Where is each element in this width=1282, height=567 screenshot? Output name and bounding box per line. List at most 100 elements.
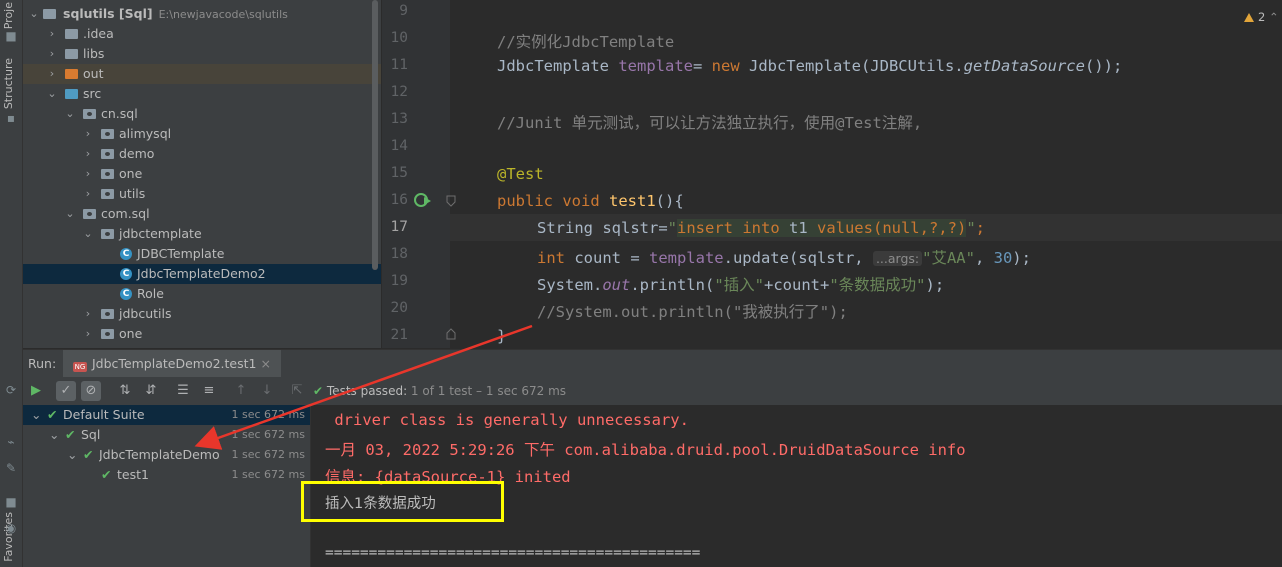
test-node-time: 1 sec 672 ms [231, 448, 305, 461]
run-test-gutter-icon[interactable] [414, 192, 432, 208]
chevron-right-icon[interactable]: › [83, 124, 93, 144]
tree-item-label: one [119, 326, 143, 341]
code-line-19: System.out.println("插入"+count+"条数据成功"); [537, 276, 945, 294]
tree-item-libs[interactable]: › libs [23, 44, 381, 64]
tree-item-alimysql[interactable]: › alimysql [23, 124, 381, 144]
check-icon: ✔ [83, 447, 94, 462]
line-number: 11 [390, 57, 408, 73]
tree-item-label: JdbcTemplateDemo2 [137, 266, 266, 281]
chevron-right-icon[interactable]: › [47, 64, 57, 84]
wrench-icon[interactable]: ✎ [5, 462, 17, 474]
line-number: 12 [390, 84, 408, 100]
chevron-down-icon[interactable]: ⌄ [31, 405, 41, 425]
line-number: 14 [390, 138, 408, 154]
stop-icon[interactable]: ■ [5, 496, 17, 508]
tree-item-label: Role [137, 286, 164, 301]
line-number: 19 [390, 273, 408, 289]
options-icon[interactable]: ⇱ [287, 381, 307, 401]
tree-item-label: jdbcutils [119, 306, 172, 321]
tree-item-src[interactable]: ⌄ src [23, 84, 381, 104]
camera-icon[interactable]: ◉ [5, 522, 17, 534]
fold-end-icon[interactable] [446, 328, 456, 340]
tree-item-jdbctemplate-class[interactable]: C JDBCTemplate [23, 244, 381, 264]
chevron-right-icon[interactable]: › [83, 184, 93, 204]
code-line-13: //Junit 单元测试，可以让方法独立执行，使用@Test注解, [497, 114, 923, 132]
chevron-down-icon[interactable]: ⌄ [49, 425, 59, 445]
collapse-all-icon[interactable]: ≡ [199, 381, 219, 401]
tree-item-one[interactable]: › one [23, 164, 381, 184]
code-line-20: //System.out.println("我被执行了"); [537, 303, 848, 321]
check-icon: ✔ [313, 384, 324, 398]
chevron-right-icon[interactable]: › [83, 304, 93, 324]
structure-tool-tab[interactable]: Structure [2, 58, 20, 109]
tree-item-label: .idea [83, 26, 114, 41]
code-line-15: @Test [497, 165, 544, 183]
chevron-down-icon[interactable]: ⌄ [47, 84, 57, 104]
tree-item-jdbcutils[interactable]: › jdbcutils [23, 304, 381, 324]
chevron-right-icon[interactable]: › [83, 164, 93, 184]
test-node-class[interactable]: ⌄ ✔ JdbcTemplateDemo 1 sec 672 ms [23, 445, 310, 465]
next-failed-icon[interactable]: ↓ [257, 381, 277, 401]
console-line: 一月 03, 2022 5:29:26 下午 com.alibaba.druid… [325, 441, 966, 459]
previous-failed-icon[interactable]: ↑ [231, 381, 251, 401]
sort-duration-icon[interactable]: ⇵ [141, 381, 161, 401]
tree-item-cn-sql[interactable]: ⌄ cn.sql [23, 104, 381, 124]
structure-tab-icon: ▪ [6, 111, 16, 125]
rerun-icon[interactable]: ▶ [26, 381, 46, 401]
tree-item-out[interactable]: › out [23, 64, 381, 84]
warning-icon [1244, 13, 1254, 22]
run-label: Run: [28, 356, 57, 371]
project-tab-icon: ■ [5, 29, 17, 43]
chevron-down-icon[interactable]: ⌄ [83, 224, 93, 244]
favorites-tool-tab[interactable]: Favorites [2, 512, 20, 562]
folder-icon [65, 29, 78, 39]
test-node-sql[interactable]: ⌄ ✔ Sql 1 sec 672 ms [23, 425, 310, 445]
run-tool-window-header: Run: NG JdbcTemplateDemo2.test1 × [23, 349, 1282, 378]
project-scrollbar[interactable] [372, 0, 378, 270]
test-node-label: Sql [81, 427, 101, 442]
chevron-down-icon[interactable]: ⌄ [29, 4, 39, 24]
tree-item-jdbctemplate[interactable]: ⌄ jdbctemplate [23, 224, 381, 244]
tree-item-com-sql[interactable]: ⌄ com.sql [23, 204, 381, 224]
chevron-right-icon[interactable]: › [83, 144, 93, 164]
tree-item-idea[interactable]: › .idea [23, 24, 381, 44]
show-ignored-icon[interactable]: ⊘ [81, 381, 101, 401]
expand-all-icon[interactable]: ☰ [173, 381, 193, 401]
test-node-default-suite[interactable]: ⌄ ✔ Default Suite 1 sec 672 ms [23, 405, 310, 425]
chevron-down-icon[interactable]: ⌄ [67, 445, 77, 465]
tree-item-sqlutils[interactable]: ⌄ sqlutils [Sql] E:\newjavacode\sqlutils [23, 4, 381, 24]
chevron-right-icon[interactable]: › [83, 324, 93, 344]
pin-icon[interactable]: ⌁ [5, 436, 17, 448]
warning-count: 2 [1258, 10, 1266, 24]
test-node-test1[interactable]: ✔ test1 1 sec 672 ms [23, 465, 310, 485]
tree-item-label: cn.sql [101, 106, 138, 121]
chevron-down-icon[interactable]: ⌄ [65, 104, 75, 124]
source-folder-icon [65, 89, 78, 99]
show-passed-icon[interactable]: ✓ [56, 381, 76, 401]
tree-item-demo[interactable]: › demo [23, 144, 381, 164]
chevron-right-icon[interactable]: › [47, 44, 57, 64]
package-icon [101, 329, 114, 339]
project-tree: ⌄ sqlutils [Sql] E:\newjavacode\sqlutils … [23, 0, 381, 348]
tree-item-role[interactable]: C Role [23, 284, 381, 304]
code-editor[interactable]: 9 10 11 12 13 14 15 16 17 18 19 20 21 2 … [382, 0, 1282, 348]
tree-item-label: com.sql [101, 206, 150, 221]
warning-indicator[interactable]: 2 ⌃ [1244, 10, 1279, 24]
check-icon: ✔ [101, 467, 112, 482]
package-icon [101, 169, 114, 179]
tree-item-jdbctemplatedemo2[interactable]: C JdbcTemplateDemo2 [23, 264, 381, 284]
chevron-down-icon[interactable]: ⌄ [65, 204, 75, 224]
project-tool-tab[interactable]: Proje [2, 2, 20, 29]
tree-item-one-2[interactable]: › one [23, 324, 381, 344]
code-line-16: public void test1(){ [497, 192, 684, 210]
sort-alpha-icon[interactable]: ⇅ [115, 381, 135, 401]
close-icon[interactable]: × [260, 356, 270, 371]
code-line-18: int count = template.update(sqlstr, ...a… [537, 249, 1031, 267]
chevron-right-icon[interactable]: › [47, 24, 57, 44]
rerun-failed-icon[interactable]: ⟳ [5, 384, 17, 396]
test-node-time: 1 sec 672 ms [231, 468, 305, 481]
check-icon: ✔ [47, 407, 58, 422]
tree-item-utils[interactable]: › utils [23, 184, 381, 204]
tab-run-config[interactable]: NG JdbcTemplateDemo2.test1 × [63, 350, 281, 378]
fold-icon[interactable] [446, 195, 456, 207]
